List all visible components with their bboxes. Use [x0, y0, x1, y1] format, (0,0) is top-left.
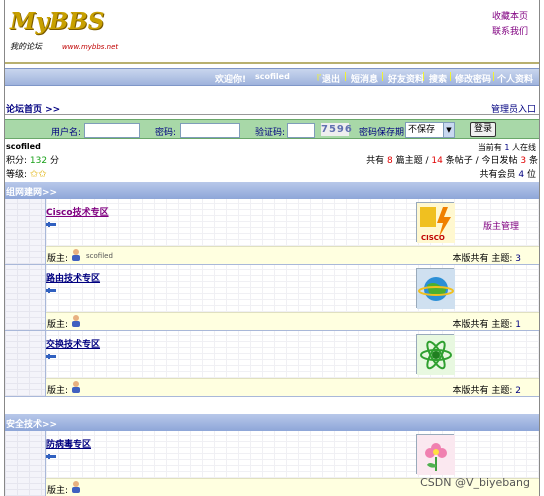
user-navbar: 欢迎你! scofiled 『 退出 | 短消息 | 好友资料 | 搜索 | 修…: [4, 68, 540, 86]
moderator-label: 版主:: [47, 254, 69, 264]
forum-topic-count: 本版共有 主题: 2: [452, 386, 521, 396]
globe-thumb-icon: [416, 268, 455, 309]
nav-logout[interactable]: 退出: [322, 72, 340, 85]
atom-thumb-icon: [416, 334, 455, 375]
forum-status-icon: [46, 354, 56, 359]
user-avatar-icon: [72, 249, 80, 261]
nav-separator: |: [449, 72, 453, 82]
moderator-label: 版主:: [47, 386, 69, 396]
captcha-input[interactable]: [287, 123, 315, 138]
moderator-manage-link[interactable]: 版主管理: [483, 219, 519, 232]
forum-topic-count: 本版共有 主题: 1: [452, 320, 521, 330]
captcha-image: 7596: [321, 123, 353, 136]
user-level: 等级: ✩✩: [6, 169, 47, 180]
password-label: 密码:: [155, 128, 177, 138]
svg-text:CISCO: CISCO: [421, 234, 445, 242]
current-username: scofiled: [6, 142, 41, 151]
category-header[interactable]: 安全技术>>: [4, 414, 540, 431]
forum-topic-count: 本版共有 主题: 3: [452, 254, 521, 264]
contact-link[interactable]: 联系我们: [492, 25, 528, 40]
nav-messages[interactable]: 短消息: [351, 72, 378, 85]
category-header[interactable]: 组网建网>>: [4, 182, 540, 199]
save-period-value: 不保存: [408, 125, 436, 135]
admin-entry-link[interactable]: 管理员入口: [491, 102, 536, 115]
forum-footer: 版主: 本版共有 主题: 2: [46, 378, 539, 396]
forum-row: 交换技术专区 版主: 本版共有 主题: 2: [4, 331, 540, 397]
welcome-text: 欢迎你!: [215, 75, 247, 85]
forum-stats: 共有 8 篇主题 / 14 条帖子 / 今日发帖 3 条: [366, 156, 538, 166]
welcome-username: scofiled: [255, 72, 290, 81]
user-avatar-icon: [72, 315, 80, 327]
breadcrumb[interactable]: 论坛首页 >>: [6, 102, 60, 115]
forum-title-link[interactable]: 交换技术专区: [46, 337, 100, 350]
moderator-label: 版主:: [47, 486, 69, 496]
logo-url: www.mybbs.net: [62, 43, 119, 51]
nav-friends[interactable]: 好友资料: [388, 72, 424, 85]
login-form: 用户名: 密码: 验证码: 7596 密码保存期: 不保存 ▼ 登录: [4, 119, 540, 139]
moderator-name[interactable]: scofiled: [86, 252, 113, 260]
forum-footer: 版主: scofiled 本版共有 主题: 3: [46, 246, 539, 264]
nav-separator: |: [422, 72, 426, 82]
nav-separator: |: [492, 72, 496, 82]
nav-separator: 『: [312, 75, 322, 85]
forum-status-icon: [46, 222, 56, 227]
site-logo[interactable]: MyBBS 我的论坛 www.mybbs.net: [10, 8, 118, 58]
star-icon: ✩✩: [29, 169, 47, 180]
nav-profile[interactable]: 个人资料: [497, 72, 533, 85]
username-input[interactable]: [84, 123, 140, 138]
user-avatar-icon: [72, 481, 80, 493]
online-count: 当前有 1 人在线: [477, 143, 536, 152]
watermark-text: CSDN @V_biyebang: [420, 476, 530, 489]
top-links: 收藏本页 联系我们: [492, 10, 528, 40]
header-divider: [4, 62, 540, 64]
forum-status-icon: [46, 454, 56, 459]
forum-row: 路由技术专区 版主: 本版共有 主题: 1: [4, 265, 540, 331]
chevron-down-icon: ▼: [443, 123, 454, 137]
member-count: 共有会员 4 位: [479, 170, 536, 180]
breadcrumb-row: 论坛首页 >> 管理员入口: [4, 101, 540, 115]
user-points: 积分: 132 分: [6, 156, 59, 166]
forum-title-link[interactable]: Cisco技术专区: [46, 205, 109, 218]
cisco-thumb-icon: CISCO: [416, 202, 455, 243]
save-period-select[interactable]: 不保存 ▼: [405, 122, 455, 138]
bookmark-link[interactable]: 收藏本页: [492, 10, 528, 25]
flower-thumb-icon: [416, 434, 455, 475]
user-avatar-icon: [72, 381, 80, 393]
password-input[interactable]: [180, 123, 240, 138]
logo-title: MyBBS: [10, 8, 105, 35]
forum-title-link[interactable]: 防病毒专区: [46, 437, 91, 450]
nav-separator: |: [381, 72, 385, 82]
forum-title-link[interactable]: 路由技术专区: [46, 271, 100, 284]
login-button[interactable]: 登录: [470, 122, 496, 137]
nav-separator: |: [344, 72, 348, 82]
captcha-label: 验证码:: [255, 128, 286, 138]
nav-search[interactable]: 搜索: [429, 72, 447, 85]
forum-status-icon: [46, 288, 56, 293]
username-label: 用户名:: [51, 128, 82, 138]
logo-subtitle: 我的论坛: [10, 42, 42, 51]
save-period-label: 密码保存期:: [359, 128, 408, 138]
forum-row: Cisco技术专区 CISCO 版主管理 版主: scofiled 本版共有 主…: [4, 199, 540, 265]
nav-change-password[interactable]: 修改密码: [455, 72, 491, 85]
forum-footer: 版主: 本版共有 主题: 1: [46, 312, 539, 330]
moderator-label: 版主:: [47, 320, 69, 330]
